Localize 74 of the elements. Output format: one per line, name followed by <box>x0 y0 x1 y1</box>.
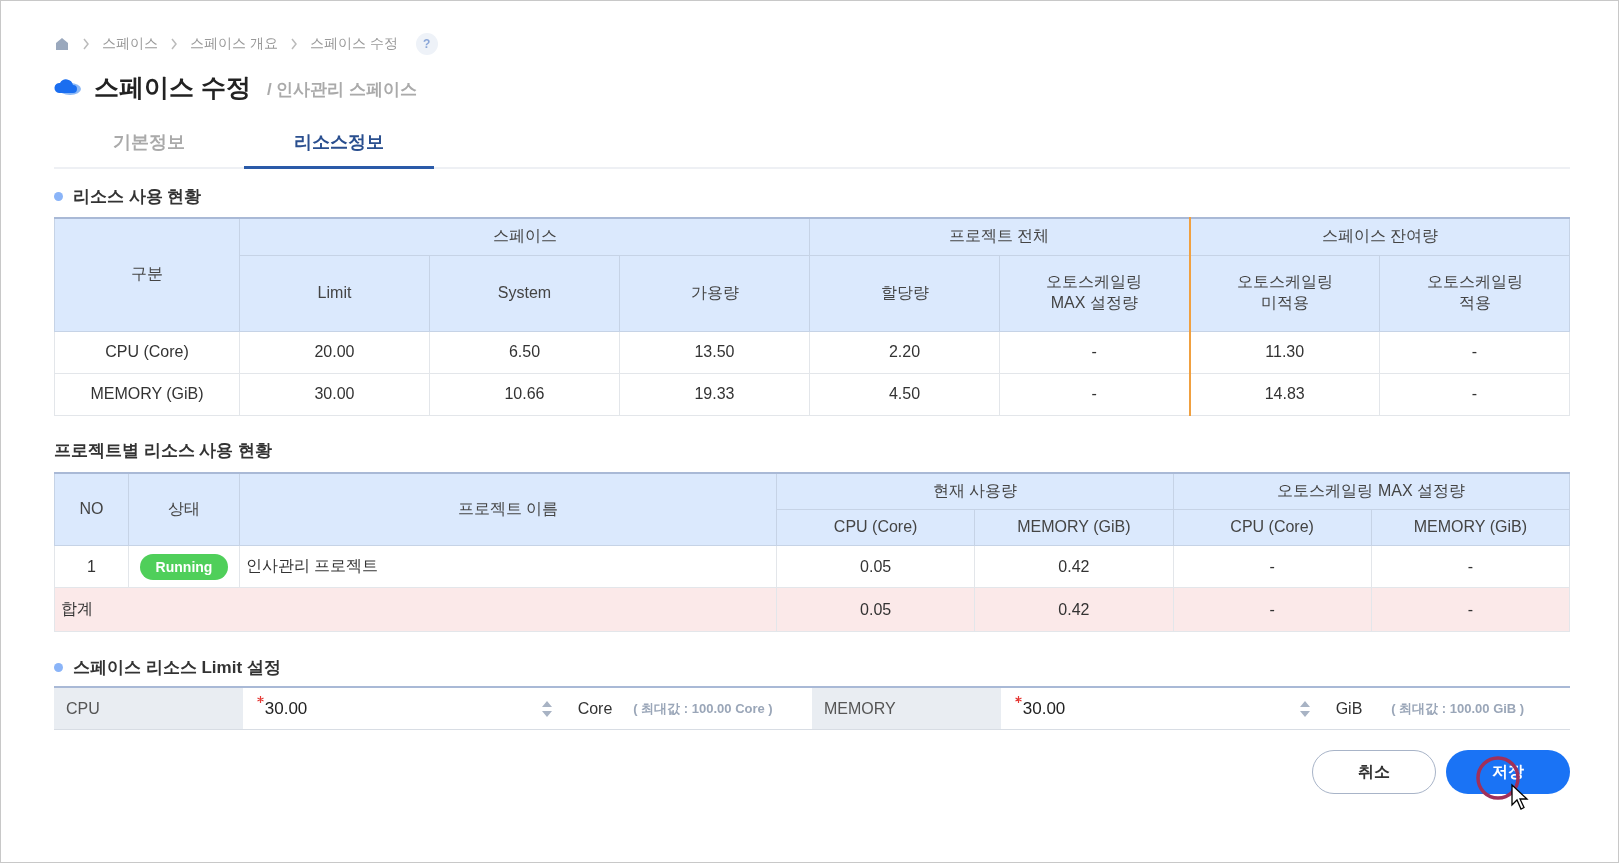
table-cell: - <box>1379 331 1570 373</box>
table-cell: - <box>1173 587 1372 632</box>
column-header: 오토스케일링 미적용 <box>1189 255 1380 331</box>
column-group-header: 프로젝트 전체 <box>809 218 1190 255</box>
number-field[interactable]: 30.00 <box>1022 690 1324 727</box>
table-cell: 10.66 <box>429 373 620 415</box>
table-cell: 6.50 <box>429 331 620 373</box>
table-cell: - <box>1379 373 1570 415</box>
table-cell: 20.00 <box>239 331 430 373</box>
section-title: 스페이스 리소스 Limit 설정 <box>73 656 281 679</box>
table-cell: - <box>1371 587 1570 632</box>
column-group-header: 스페이스 <box>239 218 810 255</box>
total-label: 합계 <box>54 587 777 632</box>
page-subtitle: / 인사관리 스페이스 <box>266 78 418 101</box>
column-header: 상태 <box>128 472 240 546</box>
table-cell: 0.05 <box>776 587 975 632</box>
field-label: MEMORY <box>812 688 1001 729</box>
max-value-note: ( 최대값 : 100.00 GiB ) <box>1391 699 1526 718</box>
field-label: CPU <box>54 688 243 729</box>
column-header: CPU (Core) <box>1173 509 1372 546</box>
column-header: NO <box>54 472 129 546</box>
row-label: MEMORY (GiB) <box>54 373 240 415</box>
table-cell: 1 <box>54 545 129 588</box>
table-cell: 인사관리 프로젝트 <box>239 545 777 588</box>
table-cell: 4.50 <box>809 373 1000 415</box>
breadcrumb-link[interactable]: 스페이스 개요 <box>190 35 278 53</box>
cancel-button[interactable]: 취소 <box>1312 750 1436 794</box>
help-icon[interactable]: ? <box>415 33 438 55</box>
section-title: 프로젝트별 리소스 사용 현황 <box>54 440 273 462</box>
home-icon[interactable] <box>54 36 70 52</box>
tab[interactable]: 리소스정보 <box>244 117 434 169</box>
table-cell: 30.00 <box>239 373 430 415</box>
cursor-icon <box>1510 783 1530 811</box>
table-cell: - <box>1173 545 1372 588</box>
row-label: CPU (Core) <box>54 331 240 373</box>
column-group-header: 스페이스 잔여량 <box>1189 218 1570 255</box>
breadcrumb-link[interactable]: 스페이스 수정 <box>309 35 398 53</box>
column-header: CPU (Core) <box>776 509 975 546</box>
page-title: 스페이스 수정 <box>94 71 251 103</box>
column-header: MEMORY (GiB) <box>974 509 1173 546</box>
bullet-icon <box>54 662 63 672</box>
table-cell: 11.30 <box>1189 331 1380 373</box>
table-cell: 0.42 <box>974 587 1173 632</box>
column-header: System <box>429 255 620 331</box>
table-cell: 0.42 <box>974 545 1173 588</box>
column-group-header: 오토스케일링 MAX 설정량 <box>1173 472 1570 510</box>
table-cell: 0.05 <box>776 545 975 588</box>
table-cell: 2.20 <box>809 331 1000 373</box>
section-title: 리소스 사용 현황 <box>73 185 202 208</box>
column-header: 오토스케일링 MAX 설정량 <box>999 255 1190 331</box>
chevron-right-icon <box>82 38 90 50</box>
chevron-right-icon <box>170 38 178 50</box>
tab[interactable]: 기본정보 <box>54 117 244 169</box>
breadcrumb-link[interactable]: 스페이스 <box>102 35 158 53</box>
unit-label: GiB <box>1335 699 1364 718</box>
chevron-right-icon <box>289 38 298 50</box>
cloud-icon <box>54 78 82 96</box>
column-header: 프로젝트 이름 <box>239 472 777 546</box>
status-badge: Running <box>139 553 229 580</box>
unit-label: Core <box>577 699 614 718</box>
column-header: Limit <box>239 255 430 331</box>
max-value-note: ( 최대값 : 100.00 Core ) <box>633 699 774 718</box>
column-header: 구분 <box>54 218 240 331</box>
number-field[interactable]: 30.00 <box>264 690 566 727</box>
bullet-icon <box>54 191 63 201</box>
column-group-header: 현재 사용량 <box>776 472 1173 510</box>
column-header: 오토스케일링 적용 <box>1379 255 1570 331</box>
table-cell: 13.50 <box>619 331 810 373</box>
table-cell: - <box>1371 545 1570 588</box>
column-header: 가용량 <box>619 255 810 331</box>
table-cell: 19.33 <box>619 373 810 415</box>
column-header: 할당량 <box>809 255 1000 331</box>
column-header: MEMORY (GiB) <box>1371 509 1570 546</box>
table-cell: 14.83 <box>1189 373 1380 415</box>
